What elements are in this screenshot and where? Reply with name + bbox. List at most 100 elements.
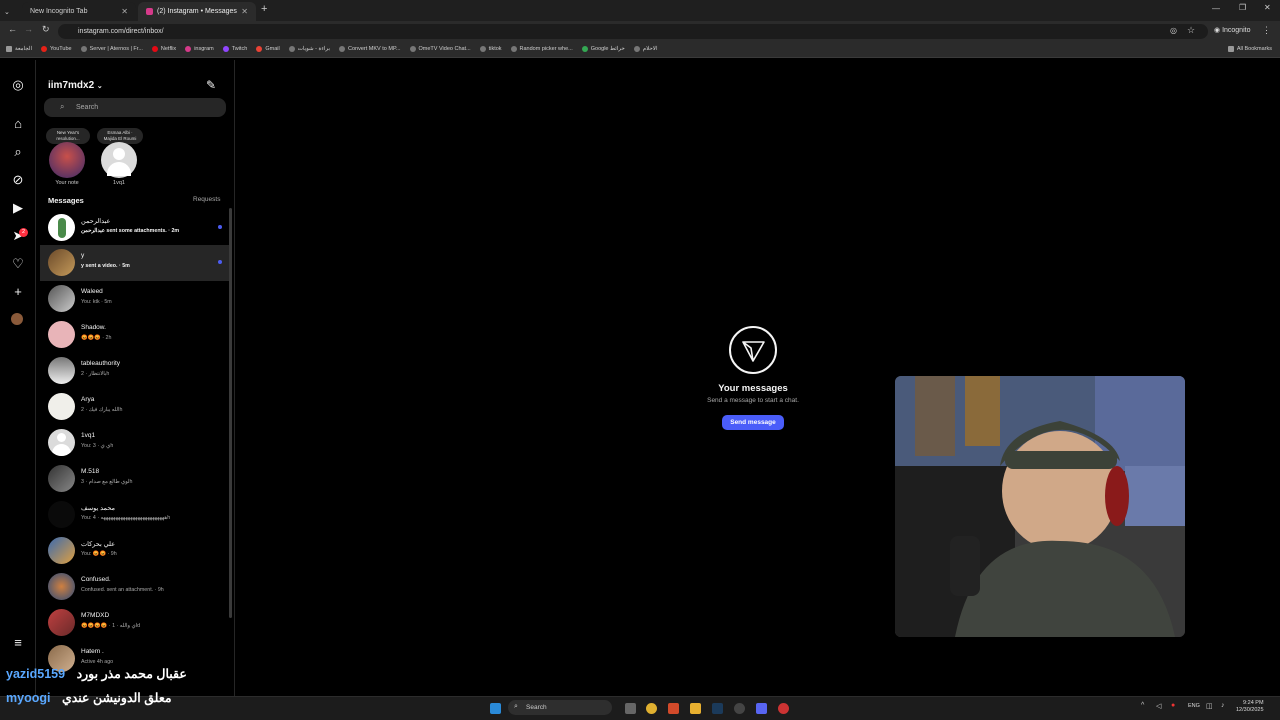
- bookmark-item[interactable]: براءة - شويات: [288, 46, 330, 52]
- new-message-icon[interactable]: ✎: [206, 78, 216, 92]
- reload-icon[interactable]: ↻: [42, 24, 50, 35]
- requests-link[interactable]: Requests: [193, 196, 220, 203]
- back-icon[interactable]: ←: [8, 24, 17, 34]
- file-explorer-icon[interactable]: [690, 703, 701, 714]
- url-text: instagram.com/direct/inbox/: [78, 28, 164, 35]
- chat-row[interactable]: tableauthority بالانتظار · 2h: [40, 353, 230, 389]
- bookmark-item[interactable]: Netflix: [151, 46, 176, 52]
- chat-name: y: [81, 252, 85, 259]
- bookmark-label: Gmail: [265, 46, 280, 52]
- chat-message: عقبال محمد مذر بورد: [76, 667, 187, 681]
- tab-instagram-messages[interactable]: (2) Instagram • Messages ✕: [138, 2, 256, 21]
- search-input[interactable]: ⌕ Search: [44, 98, 226, 117]
- bookmark-item[interactable]: Random picker whe...: [510, 46, 573, 52]
- taskbar-clock[interactable]: 9:24 PM 12/30/2025: [1236, 700, 1264, 714]
- stream-chat-line: myoogi معلق الدونيشن عندي: [6, 690, 172, 705]
- profile-avatar[interactable]: [11, 313, 23, 325]
- account-switcher[interactable]: iim7mdx2 ⌄: [48, 80, 103, 91]
- bookmark-item[interactable]: Twitch: [222, 46, 247, 52]
- bookmark-label: Server | Aternos | Fr...: [89, 46, 143, 52]
- discord-icon[interactable]: [756, 703, 767, 714]
- chat-row[interactable]: عبدالرحمن عبدالرحمن sent some attachment…: [40, 210, 230, 246]
- bookmark-item[interactable]: insgram: [185, 46, 214, 52]
- tab-new-incognito[interactable]: New Incognito Tab ✕: [22, 2, 136, 21]
- globe-icon: [80, 46, 87, 52]
- bookmark-item[interactable]: Gmail: [256, 46, 280, 52]
- avatar: [48, 214, 75, 241]
- eye-off-icon[interactable]: ◎: [1170, 26, 1177, 35]
- incognito-badge[interactable]: ◉ Incognito: [1214, 26, 1250, 34]
- close-window-icon[interactable]: ✕: [1264, 3, 1271, 12]
- home-icon[interactable]: ⌂: [11, 117, 25, 131]
- heart-icon[interactable]: ♡: [11, 257, 25, 271]
- language-indicator[interactable]: ENG: [1188, 703, 1200, 709]
- chat-name: 1vq1: [81, 432, 96, 439]
- paper-plane-icon: [729, 326, 777, 374]
- star-icon[interactable]: ☆: [1187, 25, 1195, 36]
- chat-list-scrollbar[interactable]: [229, 208, 232, 618]
- close-tab-icon[interactable]: ✕: [241, 7, 248, 16]
- instagram-logo-icon[interactable]: ◎: [11, 78, 25, 92]
- chat-row[interactable]: محمد يوسف You: ههههههههههههههههههههههههه…: [40, 497, 230, 533]
- chat-row[interactable]: Waleed You: ktk · 5m: [40, 281, 230, 317]
- bookmark-item[interactable]: Google خرائط: [581, 46, 625, 52]
- chat-row[interactable]: Confused. Confused. sent an attachment. …: [40, 569, 230, 605]
- task-view-icon[interactable]: [625, 703, 636, 714]
- mic-icon[interactable]: ●: [1171, 702, 1175, 709]
- bookmark-item[interactable]: الاحلام: [633, 46, 657, 52]
- brave-icon[interactable]: [668, 703, 679, 714]
- note-text: Esmaa Albi · Majida El Roumi: [103, 130, 137, 141]
- menu-dots-icon[interactable]: ⋮: [1262, 25, 1271, 36]
- send-message-button[interactable]: Send message: [722, 415, 784, 430]
- tray-chevron-icon[interactable]: ^: [1141, 702, 1144, 709]
- bookmark-item[interactable]: tiktok: [479, 46, 502, 52]
- network-icon[interactable]: ◫: [1206, 702, 1213, 710]
- chat-preview: 😡😡😡😡 · اي والله · 1d: [81, 623, 141, 629]
- bookmark-item[interactable]: Convert MKV to MP...: [339, 46, 401, 52]
- volume-icon[interactable]: ♪: [1221, 702, 1225, 709]
- create-icon[interactable]: +: [11, 285, 25, 299]
- app-icon[interactable]: [778, 703, 789, 714]
- new-tab-icon[interactable]: +: [261, 3, 267, 15]
- chat-name: Shadow.: [81, 324, 106, 331]
- bookmark-item[interactable]: YouTube: [40, 46, 72, 52]
- chat-row[interactable]: علي بحركات You: 😡😡 · 9h: [40, 533, 230, 569]
- obs-icon[interactable]: [734, 703, 745, 714]
- avatar: [48, 357, 75, 384]
- globe-icon: [479, 46, 486, 52]
- bookmark-item[interactable]: OmeTV Video Chat...: [409, 46, 471, 52]
- chat-row[interactable]: y y sent a video. · 5m: [40, 245, 230, 281]
- reels-icon[interactable]: ▶: [11, 201, 25, 215]
- close-tab-icon[interactable]: ✕: [121, 7, 128, 16]
- speaker-icon[interactable]: ◁: [1156, 702, 1161, 710]
- tab-search-icon[interactable]: ⌄: [4, 2, 14, 21]
- minimize-icon[interactable]: —: [1212, 4, 1220, 13]
- maximize-icon[interactable]: ❐: [1239, 3, 1246, 12]
- more-menu-icon[interactable]: ≡: [11, 636, 25, 650]
- avatar: [48, 321, 75, 348]
- chat-row[interactable]: M.518 لوي طالع مع صدام · 3h: [40, 461, 230, 497]
- chat-row[interactable]: Arya الله يبارك فيك · 2h: [40, 389, 230, 425]
- windows-start-icon[interactable]: [490, 703, 501, 714]
- bookmark-item[interactable]: Server | Aternos | Fr...: [80, 46, 143, 52]
- all-bookmarks[interactable]: All Bookmarks: [1227, 46, 1272, 52]
- chat-preview: Confused. sent an attachment. · 9h: [81, 587, 164, 593]
- url-field[interactable]: instagram.com/direct/inbox/: [58, 24, 1208, 39]
- taskbar-search[interactable]: ⌕ Search: [508, 700, 612, 715]
- chrome-icon[interactable]: [646, 703, 657, 714]
- note-avatar-default[interactable]: [101, 142, 137, 178]
- forward-icon[interactable]: →: [24, 24, 33, 34]
- chat-row[interactable]: M7MDXD 😡😡😡😡 · اي والله · 1d: [40, 605, 230, 641]
- search-icon[interactable]: ⌕: [11, 145, 25, 159]
- your-note-avatar[interactable]: [49, 142, 85, 178]
- chat-preview: You: ههههههههههههههههههههههههههه · 4h: [81, 515, 171, 521]
- steam-icon[interactable]: [712, 703, 723, 714]
- chat-name: tableauthority: [81, 360, 121, 367]
- explore-icon[interactable]: ⊘: [11, 173, 25, 187]
- chat-row[interactable]: Shadow. 😡😡😡 · 2h: [40, 317, 230, 353]
- bookmark-item[interactable]: الجامعة: [6, 46, 32, 52]
- chat-row[interactable]: 1vq1 You: ي ي · 3h: [40, 425, 230, 461]
- clock-date: 12/30/2025: [1236, 707, 1264, 713]
- bookmarks-bar: الجامعة YouTube Server | Aternos | Fr...…: [0, 41, 1280, 58]
- username-label: iim7mdx2: [48, 80, 95, 91]
